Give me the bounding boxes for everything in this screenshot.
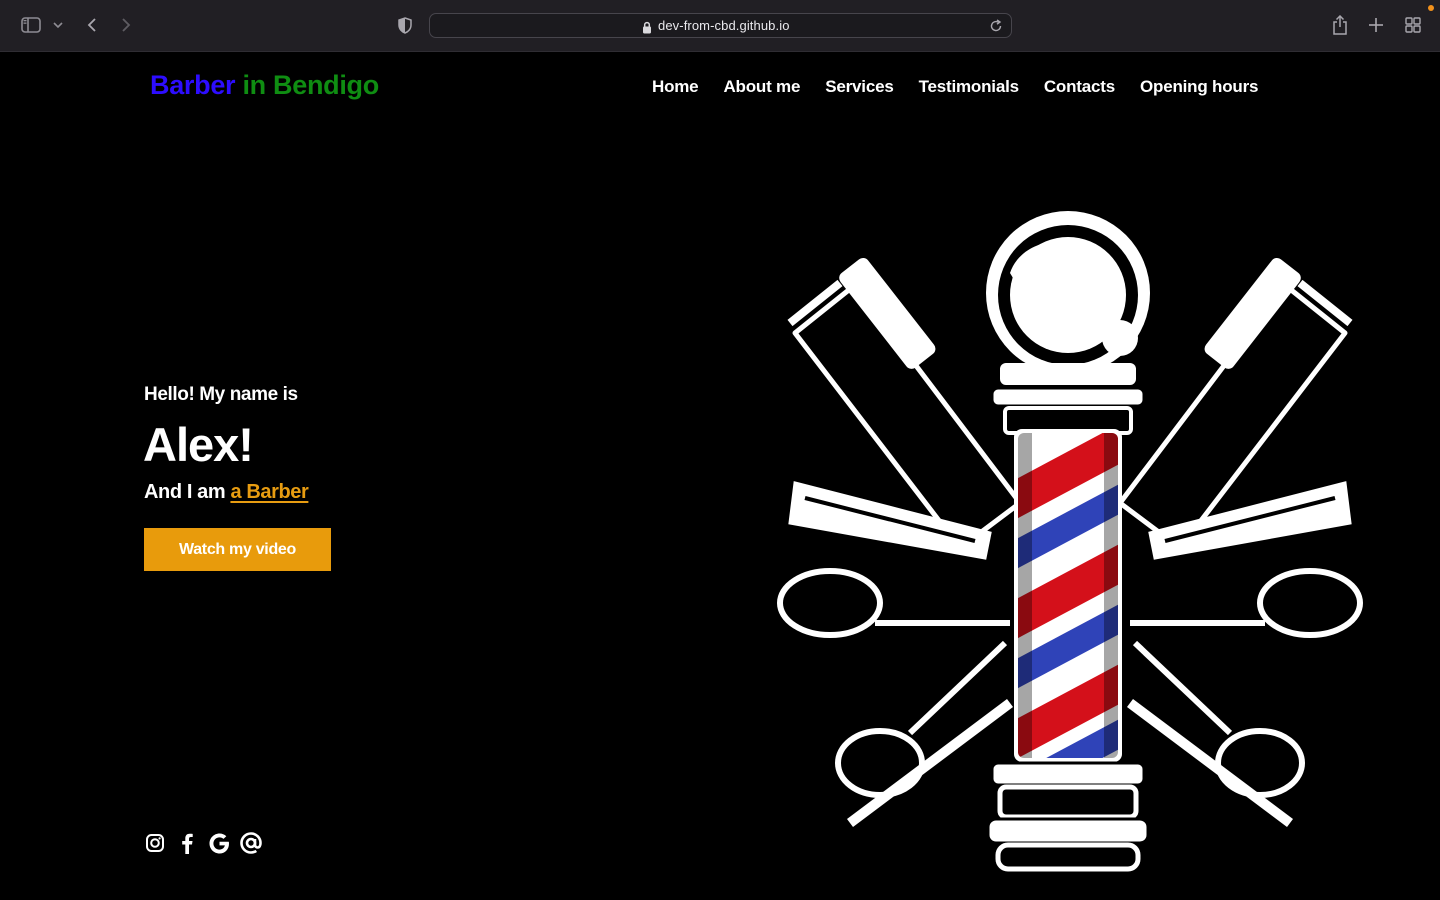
facebook-icon[interactable]	[176, 832, 198, 854]
privacy-shield-icon[interactable]	[396, 14, 414, 36]
nav-contacts[interactable]: Contacts	[1044, 77, 1115, 97]
nav-testimonials[interactable]: Testimonials	[919, 77, 1019, 97]
google-icon[interactable]	[208, 832, 230, 854]
watch-video-button[interactable]: Watch my video	[144, 528, 331, 571]
address-bar[interactable]: dev-from-cbd.github.io	[429, 13, 1012, 38]
main-nav: Home About me Services Testimonials Cont…	[652, 77, 1258, 97]
back-arrow-icon[interactable]	[84, 14, 100, 36]
tab-overview-icon[interactable]	[1403, 14, 1423, 36]
page-content: Barber in Bendigo Home About me Services…	[0, 53, 1440, 900]
barber-pole-illustration	[777, 211, 1363, 872]
pole-body	[1014, 429, 1122, 762]
right-scissors	[1127, 568, 1363, 827]
hero-greeting: Hello! My name is	[144, 384, 298, 405]
browser-toolbar: dev-from-cbd.github.io	[0, 0, 1440, 52]
logo-text-location: in Bendigo	[242, 70, 379, 100]
url-text: dev-from-cbd.github.io	[658, 18, 790, 33]
sidebar-toggle-icon[interactable]	[20, 14, 42, 36]
forward-arrow-icon[interactable]	[118, 14, 134, 36]
social-links	[144, 832, 262, 854]
notification-dot	[1428, 5, 1434, 11]
share-icon[interactable]	[1330, 14, 1350, 36]
pole-base	[986, 761, 1150, 872]
nav-services[interactable]: Services	[825, 77, 894, 97]
reload-icon[interactable]	[989, 18, 1005, 34]
site-logo[interactable]: Barber in Bendigo	[150, 70, 379, 101]
instagram-icon[interactable]	[144, 832, 166, 854]
hero-intro: And I am a Barber	[144, 481, 309, 504]
hero-role-link[interactable]: a Barber	[230, 481, 308, 503]
lock-icon	[642, 19, 654, 34]
pole-top	[986, 211, 1150, 435]
logo-text-barber: Barber	[150, 70, 236, 100]
left-scissors	[777, 568, 1013, 827]
chevron-down-icon[interactable]	[52, 14, 64, 36]
nav-home[interactable]: Home	[652, 77, 699, 97]
new-tab-icon[interactable]	[1366, 14, 1386, 36]
email-at-icon[interactable]	[240, 832, 262, 854]
hero-name: Alex!	[143, 418, 254, 471]
nav-about[interactable]: About me	[723, 77, 800, 97]
nav-opening-hours[interactable]: Opening hours	[1140, 77, 1258, 97]
hero-intro-prefix: And I am	[144, 481, 226, 503]
